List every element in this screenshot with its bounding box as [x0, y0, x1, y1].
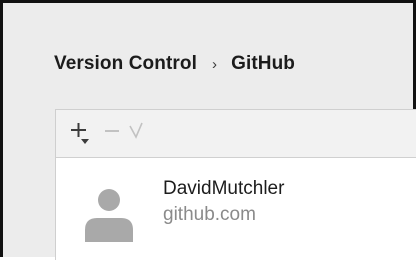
accounts-toolbar: [56, 110, 416, 158]
breadcrumb: Version Control › GitHub: [54, 49, 295, 79]
account-list-item[interactable]: DavidMutchler github.com: [56, 158, 416, 261]
accounts-panel: DavidMutchler github.com: [55, 109, 416, 261]
remove-account-button[interactable]: [100, 120, 124, 146]
account-name: DavidMutchler: [163, 178, 285, 199]
settings-window: Version Control › GitHub DavidMutchler g…: [0, 0, 416, 261]
breadcrumb-item-version-control[interactable]: Version Control: [54, 53, 197, 75]
minus-icon: [105, 130, 119, 132]
add-account-button[interactable]: [68, 120, 92, 146]
breadcrumb-item-github: GitHub: [231, 53, 295, 74]
account-server: github.com: [163, 204, 256, 225]
checkmark-icon: [129, 122, 143, 139]
plus-with-dropdown-icon: [71, 123, 89, 144]
breadcrumb-separator: ›: [211, 55, 218, 73]
set-default-account-button[interactable]: [124, 120, 148, 146]
default-user-avatar-icon: [83, 182, 135, 242]
